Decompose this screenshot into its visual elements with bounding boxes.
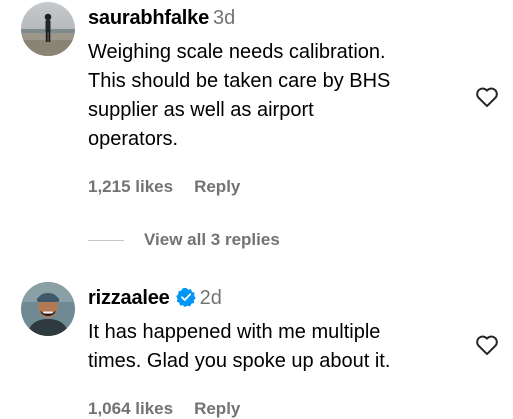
comment-text-line: operators. (88, 128, 179, 150)
heart-outline-icon[interactable] (473, 82, 501, 110)
likes-count[interactable]: 1,215 likes (88, 177, 173, 196)
comment-text-line: supplier as well as airport (88, 99, 314, 121)
comment-text: Weighing scale needs calibration. This s… (88, 38, 451, 154)
comment-text-line: times. Glad you spoke up about it. (88, 350, 391, 372)
comment-body: rizzaalee 2d It has happened with me mul… (88, 285, 451, 419)
verified-badge-icon (175, 287, 196, 307)
comment-actions: 1,064 likes Reply (88, 399, 451, 419)
comment-text-line: It has happened with me multiple (88, 321, 381, 343)
username-link[interactable]: rizzaalee (88, 287, 170, 309)
comment-text-line: This should be taken care by BHS (88, 70, 391, 92)
view-replies-label: View all 3 replies (144, 230, 280, 249)
comment-body: saurabhfalke 3d Weighing scale needs cali… (88, 5, 451, 197)
comment-text: It has happened with me multiple times. … (88, 318, 451, 376)
avatar[interactable] (21, 282, 75, 336)
comment-item: rizzaalee 2d It has happened with me mul… (0, 280, 513, 419)
avatar[interactable] (21, 2, 75, 56)
likes-count[interactable]: 1,064 likes (88, 399, 173, 418)
timestamp[interactable]: 2d (200, 287, 222, 309)
timestamp[interactable]: 3d (213, 7, 235, 29)
comment-item: saurabhfalke 3d Weighing scale needs cali… (0, 0, 513, 210)
heart-outline-icon[interactable] (473, 330, 501, 358)
comment-text-line: Weighing scale needs calibration. (88, 41, 386, 63)
reply-button[interactable]: Reply (194, 399, 240, 418)
username-link[interactable]: saurabhfalke (88, 7, 209, 29)
comment-header: saurabhfalke 3d (88, 5, 451, 31)
view-replies-button[interactable]: View all 3 replies (88, 228, 280, 252)
comment-actions: 1,215 likes Reply (88, 177, 451, 197)
comment-header: rizzaalee 2d (88, 285, 451, 311)
person-photo-avatar (21, 282, 75, 336)
beach-photo-avatar (21, 2, 75, 56)
reply-button[interactable]: Reply (194, 177, 240, 196)
divider-line (88, 239, 124, 241)
